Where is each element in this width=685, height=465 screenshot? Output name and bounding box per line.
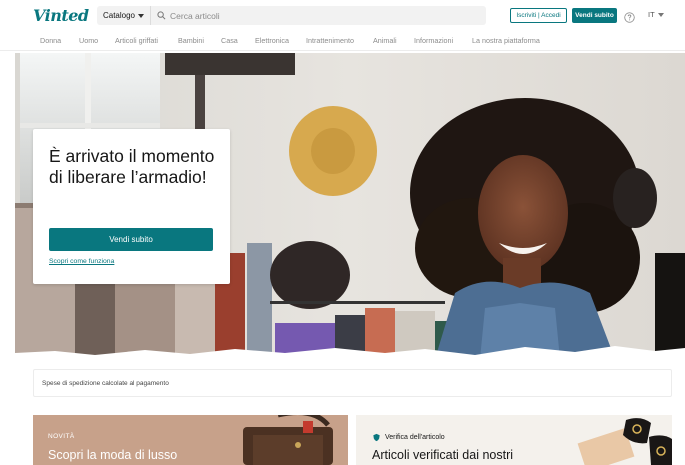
search-input[interactable] bbox=[170, 10, 470, 21]
verification-kicker-label: Verifica dell'articolo bbox=[385, 434, 445, 441]
shield-check-icon bbox=[373, 433, 380, 442]
verification-tile-kicker: Verifica dell'articolo bbox=[372, 433, 445, 442]
chevron-down-icon bbox=[138, 13, 145, 18]
search-bar: Catalogo bbox=[97, 6, 486, 25]
top-bar: Vinted Catalogo Iscriviti | Accedi Vendi… bbox=[0, 0, 685, 31]
nav-item-informazioni[interactable]: Informazioni bbox=[414, 36, 453, 45]
language-selector[interactable]: IT bbox=[648, 10, 664, 19]
luxury-tile-title: Scopri la moda di lusso bbox=[48, 448, 178, 462]
catalog-label: Catalogo bbox=[102, 11, 136, 20]
nav-item-la-nostra-piattaforma[interactable]: La nostra piattaforma bbox=[472, 36, 540, 45]
nav-item-donna[interactable]: Donna bbox=[40, 36, 61, 45]
vinted-logo[interactable]: Vinted bbox=[33, 6, 89, 25]
item-verification-tile[interactable]: Verifica dell'articolo Articoli verifica… bbox=[356, 415, 672, 465]
nav-item-uomo[interactable]: Uomo bbox=[79, 36, 98, 45]
luxury-bag-image bbox=[243, 415, 333, 465]
hero-title: È arrivato il momento di liberare l’arma… bbox=[49, 146, 215, 187]
shipping-info-bar: Spese di spedizione calcolate al pagamen… bbox=[33, 369, 672, 397]
luxury-fashion-tile[interactable]: NOVITÀ Scopri la moda di lusso bbox=[33, 415, 348, 465]
category-nav: Donna Uomo Articoli griffati Bambini Cas… bbox=[0, 31, 685, 51]
verification-tile-title: Articoli verificati dai nostri bbox=[372, 448, 514, 462]
shipping-info-text: Spese di spedizione calcolate al pagamen… bbox=[42, 380, 169, 387]
hero-card: È arrivato il momento di liberare l’arma… bbox=[33, 129, 230, 284]
language-label: IT bbox=[648, 10, 655, 19]
nav-item-articoli-griffati[interactable]: Articoli griffati bbox=[115, 36, 158, 45]
sell-now-button[interactable]: Vendi subito bbox=[572, 8, 617, 23]
luxury-tile-kicker: NOVITÀ bbox=[48, 433, 75, 440]
signup-login-button[interactable]: Iscriviti | Accedi bbox=[510, 8, 567, 23]
how-it-works-link[interactable]: Scopri come funziona bbox=[49, 258, 114, 265]
nav-item-casa[interactable]: Casa bbox=[221, 36, 238, 45]
nav-item-intrattenimento[interactable]: Intrattenimento bbox=[306, 36, 354, 45]
chevron-down-icon bbox=[657, 12, 664, 17]
verified-items-image bbox=[577, 418, 672, 465]
catalog-dropdown[interactable]: Catalogo bbox=[97, 6, 151, 25]
hero-sell-now-button[interactable]: Vendi subito bbox=[49, 228, 213, 251]
help-icon[interactable] bbox=[624, 10, 635, 23]
nav-item-elettronica[interactable]: Elettronica bbox=[255, 36, 289, 45]
search-icon bbox=[157, 11, 166, 20]
nav-item-bambini[interactable]: Bambini bbox=[178, 36, 204, 45]
nav-item-animali[interactable]: Animali bbox=[373, 36, 397, 45]
